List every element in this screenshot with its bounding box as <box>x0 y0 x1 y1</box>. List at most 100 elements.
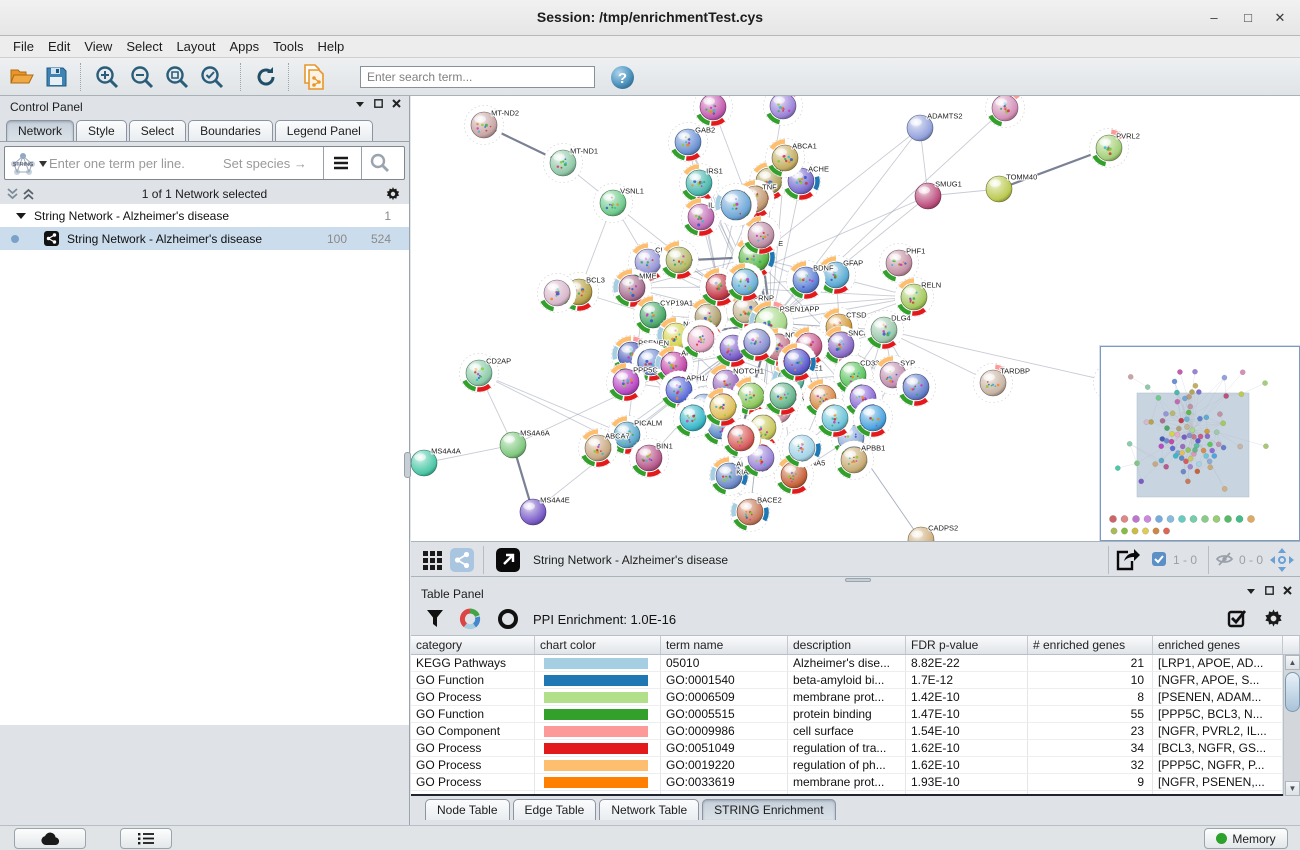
network-node[interactable]: CD2AP <box>460 354 512 393</box>
zoom-in-button[interactable] <box>93 63 121 91</box>
network-options-gear[interactable] <box>385 186 401 202</box>
panel-divider-grip[interactable] <box>404 452 411 478</box>
network-node[interactable] <box>986 96 1025 128</box>
network-node[interactable]: GAB2 <box>669 123 716 162</box>
float-panel-icon[interactable] <box>1246 587 1256 595</box>
column-header-category[interactable]: category <box>411 635 535 655</box>
maximize-panel-icon[interactable] <box>374 99 383 108</box>
minimize-button[interactable]: – <box>1206 10 1222 26</box>
reset-charts-button[interactable] <box>497 608 519 630</box>
network-node[interactable]: MS4A4A <box>411 447 461 476</box>
table-tab-node-table[interactable]: Node Table <box>425 799 510 820</box>
select-columns-button[interactable] <box>1227 608 1248 629</box>
table-row[interactable]: GO ComponentGO:0009986cell surface1.54E-… <box>411 723 1300 740</box>
menu-file[interactable]: File <box>6 37 41 56</box>
column-header-description[interactable]: description <box>788 635 906 655</box>
close-button[interactable]: ✕ <box>1272 10 1288 26</box>
network-node[interactable]: IRS1 <box>680 164 723 203</box>
table-tab-string-enrichment[interactable]: STRING Enrichment <box>702 799 835 820</box>
column-header-term-name[interactable]: term name <box>661 635 788 655</box>
network-node[interactable]: MME <box>613 269 657 308</box>
menu-layout[interactable]: Layout <box>169 37 222 56</box>
column-header-FDR-p-value[interactable]: FDR p-value <box>906 635 1028 655</box>
close-panel-icon[interactable] <box>1283 586 1292 595</box>
network-node[interactable]: DLG4 <box>865 311 911 350</box>
network-node[interactable]: MS4A4E <box>520 496 570 525</box>
network-node[interactable] <box>694 96 733 127</box>
samples-button[interactable] <box>14 828 86 849</box>
network-node[interactable]: PHF1 <box>880 244 926 283</box>
network-canvas[interactable]: MT-ND2MT-ND1VSNL1GAB2ADAMTS2PVRL2TOMM40S… <box>411 96 1300 541</box>
network-node[interactable]: PVRL2 <box>1090 129 1140 168</box>
search-input[interactable] <box>360 66 595 88</box>
open-in-string-button[interactable] <box>495 547 521 573</box>
scroll-down-arrow[interactable]: ▼ <box>1285 781 1300 796</box>
tab-network[interactable]: Network <box>6 120 74 141</box>
string-options-button[interactable] <box>331 153 351 173</box>
network-node[interactable]: TARDBP <box>974 364 1031 403</box>
tab-legend-panel[interactable]: Legend Panel <box>275 120 373 141</box>
string-view-button[interactable] <box>449 547 475 573</box>
scroll-up-arrow[interactable]: ▲ <box>1285 655 1300 670</box>
column-header--enriched-genes[interactable]: # enriched genes <box>1028 635 1153 655</box>
open-file-button[interactable] <box>8 63 36 91</box>
column-header-enriched-genes[interactable]: enriched genes <box>1153 635 1283 655</box>
scrollbar-thumb[interactable] <box>1285 672 1300 712</box>
table-row[interactable]: GO ProcessGO:0019220regulation of ph...1… <box>411 757 1300 774</box>
filter-button[interactable] <box>425 608 445 629</box>
table-row[interactable]: KEGG Pathways05010Alzheimer's dise...8.8… <box>411 655 1300 672</box>
network-node[interactable]: ADAMTS2 <box>907 112 963 141</box>
task-history-button[interactable] <box>120 828 172 849</box>
expander-icon[interactable] <box>16 212 26 220</box>
table-row[interactable]: GO FunctionGO:0001540beta-amyloid bi...1… <box>411 672 1300 689</box>
refresh-button[interactable] <box>252 63 280 91</box>
menu-apps[interactable]: Apps <box>223 37 267 56</box>
menu-edit[interactable]: Edit <box>41 37 77 56</box>
network-node[interactable]: PPP5C <box>607 363 659 402</box>
string-search-button[interactable] <box>369 152 391 174</box>
zoom-selected-button[interactable] <box>198 63 226 91</box>
tab-boundaries[interactable]: Boundaries <box>188 120 273 141</box>
memory-button[interactable]: Memory <box>1204 828 1288 849</box>
grid-view-button[interactable] <box>419 547 445 573</box>
menu-select[interactable]: Select <box>119 37 169 56</box>
network-node[interactable] <box>764 96 803 126</box>
close-panel-icon[interactable] <box>392 99 401 108</box>
save-button[interactable] <box>42 63 70 91</box>
menu-view[interactable]: View <box>77 37 119 56</box>
birdseye-graph[interactable] <box>1101 347 1299 540</box>
column-header-chart-color[interactable]: chart color <box>535 635 661 655</box>
table-tab-edge-table[interactable]: Edge Table <box>513 799 597 820</box>
string-query-box[interactable]: STRING Enter one term per line. Set spec… <box>4 146 405 180</box>
network-node[interactable]: BIN1 <box>630 439 673 478</box>
tab-style[interactable]: Style <box>76 120 127 141</box>
table-tab-network-table[interactable]: Network Table <box>599 799 699 820</box>
chevron-down-icon[interactable] <box>39 161 47 167</box>
export-network-button[interactable] <box>1114 547 1140 573</box>
float-panel-icon[interactable] <box>355 100 365 108</box>
set-species-label[interactable]: Set species → <box>223 156 307 171</box>
network-collection-row[interactable]: String Network - Alzheimer's disease 1 <box>0 204 409 227</box>
network-node[interactable]: TOMM40 <box>986 173 1037 202</box>
table-scrollbar[interactable]: ▲ ▼ <box>1283 655 1300 796</box>
network-node[interactable]: VSNL1 <box>594 184 644 223</box>
network-node[interactable]: BACE2 <box>731 493 782 532</box>
menu-help[interactable]: Help <box>311 37 352 56</box>
string-logo-icon[interactable]: STRING <box>8 151 38 177</box>
zoom-fit-button[interactable] <box>163 63 191 91</box>
network-node[interactable]: CADPS2 <box>908 524 958 541</box>
collapse-all-icon[interactable] <box>6 187 19 201</box>
help-button[interactable]: ? <box>608 63 636 91</box>
table-row[interactable]: GO ProcessGO:0051049regulation of tra...… <box>411 740 1300 757</box>
divider-grip[interactable] <box>845 578 871 582</box>
copy-network-button[interactable] <box>300 63 328 91</box>
table-row[interactable]: GO ProcessGO:0006509membrane prot...1.42… <box>411 689 1300 706</box>
network-node[interactable]: RELN <box>895 278 942 317</box>
birdseye-toggle-button[interactable] <box>1269 547 1295 573</box>
network-node[interactable]: MS4A6A <box>500 429 550 458</box>
tab-select[interactable]: Select <box>129 120 186 141</box>
menu-tools[interactable]: Tools <box>266 37 310 56</box>
birdseye-view[interactable] <box>1100 346 1300 541</box>
network-node[interactable]: APBB1 <box>835 441 886 480</box>
table-row[interactable]: GO ProcessGO:0033619membrane prot...1.93… <box>411 774 1300 791</box>
